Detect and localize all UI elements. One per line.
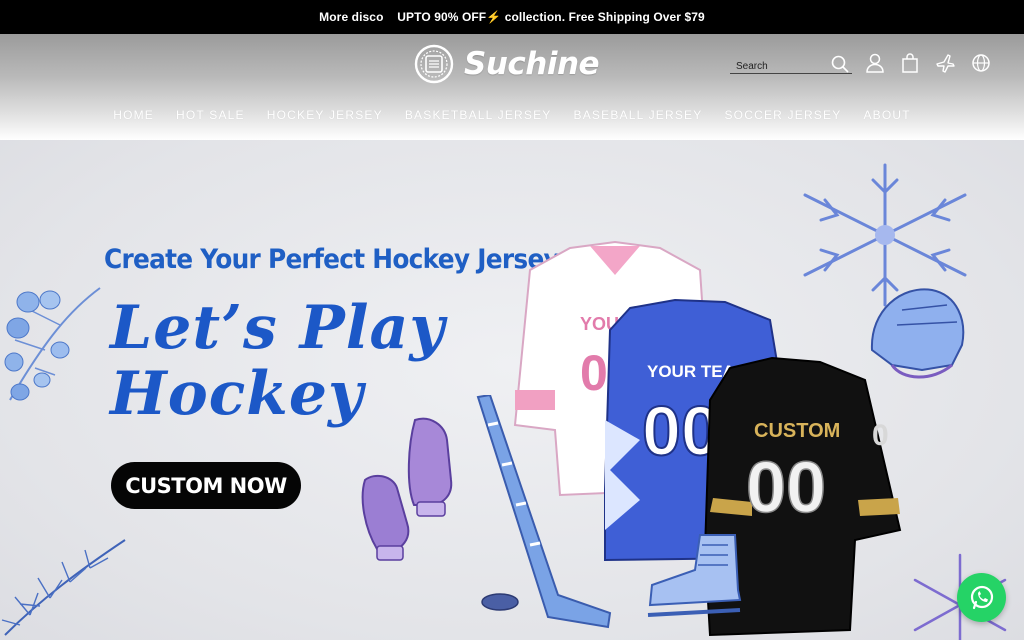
jersey-sleeve-number: 0 xyxy=(872,419,889,452)
search-box[interactable] xyxy=(730,54,852,75)
nav-item-home[interactable]: HOME xyxy=(113,108,154,122)
search-input[interactable] xyxy=(730,58,826,75)
nav-item-baseball-jersey[interactable]: BASEBALL JERSEY xyxy=(574,108,703,122)
whatsapp-icon xyxy=(970,585,993,609)
brand-logo[interactable]: Suchine xyxy=(414,44,600,84)
nav-item-hot-sale[interactable]: HOT SALE xyxy=(176,108,245,122)
main-nav: HOME HOT SALE HOCKEY JERSEY BASKETBALL J… xyxy=(0,108,1024,122)
brand-name: Suchine xyxy=(464,46,600,82)
jersey-number-text-1: 0 xyxy=(580,345,608,401)
nav-item-basketball-jersey[interactable]: BASKETBALL JERSEY xyxy=(405,108,552,122)
logo-emblem-icon xyxy=(414,44,454,84)
skate-illustration xyxy=(647,534,742,617)
jersey-team-text-3: CUSTOM xyxy=(754,420,840,442)
nav-item-hockey-jersey[interactable]: HOCKEY JERSEY xyxy=(267,108,383,122)
hero-subtitle: Create Your Perfect Hockey Jersey xyxy=(104,244,560,275)
jersey-number-text-3: 00 xyxy=(746,448,826,528)
hockey-gloves-illustration xyxy=(361,417,453,561)
nav-item-soccer-jersey[interactable]: SOCCER JERSEY xyxy=(724,108,841,122)
announcement-text: More disco UPTO 90% OFF⚡ collection. Fre… xyxy=(319,10,705,24)
plane-icon[interactable] xyxy=(934,52,956,74)
hero-banner[interactable]: Create Your Perfect Hockey Jersey Let’s … xyxy=(0,140,1024,640)
hero-title-line-1: Let’s Play xyxy=(110,293,446,363)
site-header: Suchine HOME HOT SALE HOCKEY JERSEY BASK… xyxy=(0,34,1024,140)
nav-item-about[interactable]: ABOUT xyxy=(863,108,910,122)
globe-icon[interactable] xyxy=(970,52,992,74)
bag-icon[interactable] xyxy=(899,52,921,74)
berry-branch-illustration xyxy=(4,287,101,401)
whatsapp-chat-button[interactable] xyxy=(957,573,1006,622)
custom-now-button[interactable]: CUSTOM NOW xyxy=(111,462,301,509)
pine-sprig-illustration xyxy=(1,539,126,636)
announcement-bar: More disco UPTO 90% OFF⚡ collection. Fre… xyxy=(0,0,1024,34)
hero-title: Let’s Play Hockey xyxy=(110,295,445,427)
snowflake-illustration xyxy=(803,163,967,307)
search-icon[interactable] xyxy=(830,54,850,74)
user-icon[interactable] xyxy=(864,52,886,74)
